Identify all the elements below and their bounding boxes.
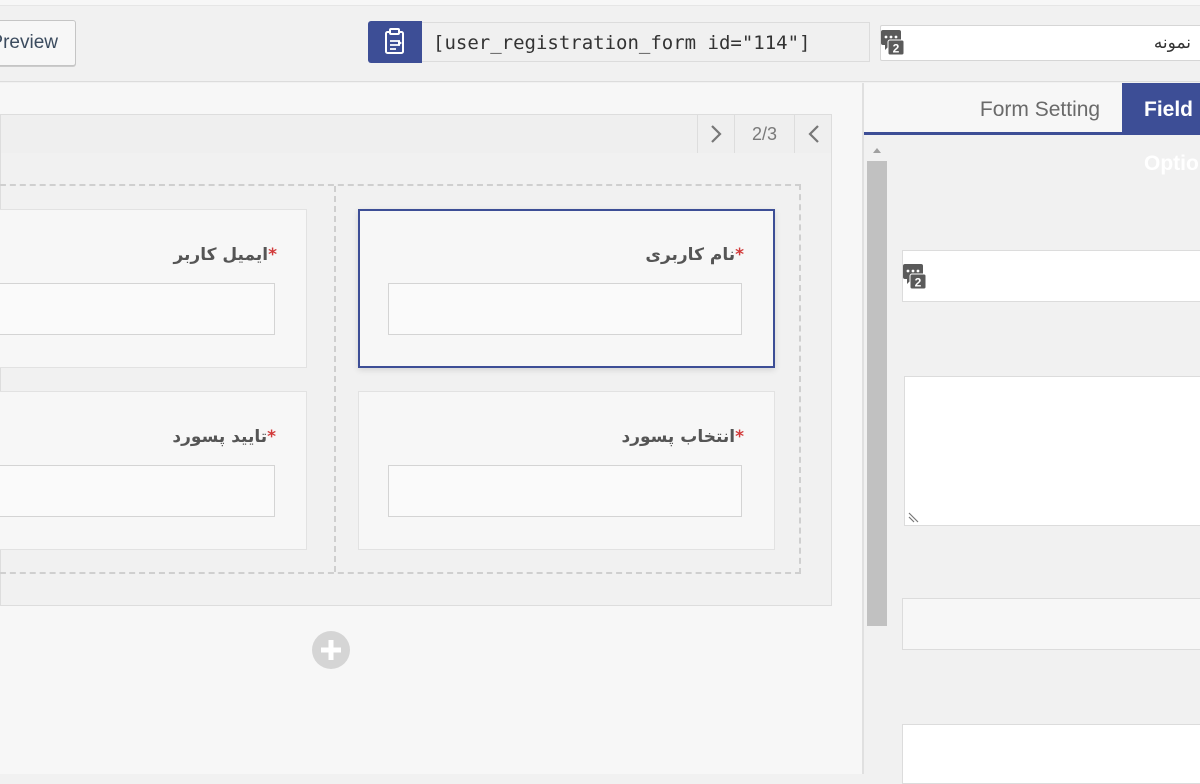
language-switcher-icon[interactable]: 2 (902, 262, 930, 292)
required-marker: * (735, 427, 744, 447)
email-input-preview (0, 283, 275, 335)
field-label-confirm-password: *تایید پسورد (0, 427, 276, 447)
column-divider (334, 186, 336, 572)
required-marker: * (268, 245, 277, 265)
scrollbar-thumb[interactable] (867, 161, 887, 626)
next-page-button[interactable] (697, 115, 734, 153)
clipboard-icon (385, 28, 404, 54)
field-placeholder-input[interactable] (902, 598, 1200, 650)
scroll-up-arrow-icon[interactable] (870, 142, 884, 156)
chevron-left-icon (808, 125, 819, 143)
resize-handle-icon[interactable] (907, 509, 921, 523)
username-input-preview (388, 283, 742, 335)
shortcode-field[interactable]: [user_registration_form id="114"] (422, 22, 870, 62)
field-card-username[interactable]: *نام کاربری (358, 209, 775, 368)
confirm-password-input-preview (0, 465, 275, 517)
required-marker: * (735, 245, 744, 265)
svg-text:2: 2 (915, 276, 922, 290)
field-label-text: نام کاربری (645, 245, 736, 265)
password-input-preview (388, 465, 742, 517)
form-title-text: نمونه (1153, 33, 1191, 53)
form-title-input[interactable]: نمونه (880, 25, 1200, 61)
field-label-text: تایید پسورد (172, 427, 268, 447)
add-row-button[interactable] (312, 631, 350, 669)
field-label-text: انتخاب پسورد (621, 427, 736, 447)
required-marker: * (267, 427, 276, 447)
field-card-confirm-password[interactable]: *تایید پسورد (0, 391, 307, 550)
toolbar-top-edge (0, 0, 1200, 6)
tab-form-setting[interactable]: Form Setting (960, 83, 1120, 135)
chevron-right-icon (711, 125, 722, 143)
field-label-setting-input[interactable] (902, 250, 1200, 302)
preview-button[interactable]: Preview (0, 20, 76, 66)
language-switcher-icon[interactable]: 2 (880, 28, 908, 58)
field-label-text: ایمیل کاربر (173, 245, 269, 265)
plus-icon (321, 640, 341, 660)
tab-field-options[interactable]: Field Options (1122, 83, 1200, 175)
previous-page-button[interactable] (794, 115, 831, 153)
field-css-class-input[interactable] (902, 724, 1200, 784)
field-card-email[interactable]: *ایمیل کاربر (0, 209, 307, 368)
field-label-password: *انتخاب پسورد (384, 427, 744, 447)
field-label-email: *ایمیل کاربر (0, 245, 277, 265)
copy-shortcode-button[interactable] (368, 21, 422, 63)
field-label-username: *نام کاربری (384, 245, 744, 265)
field-card-password[interactable]: *انتخاب پسورد (358, 391, 775, 550)
page-indicator: 2/3 (734, 115, 794, 153)
field-description-textarea[interactable] (904, 376, 1200, 526)
svg-text:2: 2 (893, 42, 900, 56)
